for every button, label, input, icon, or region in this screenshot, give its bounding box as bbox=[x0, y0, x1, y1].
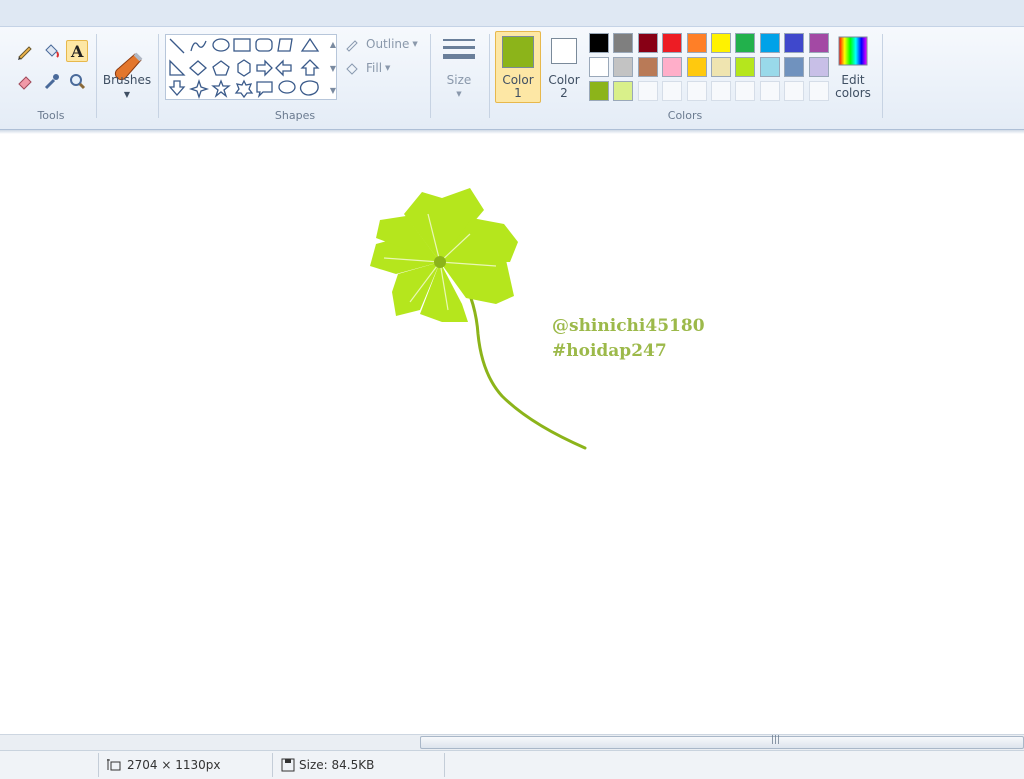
svg-text:A: A bbox=[70, 42, 84, 60]
magnifier-tool[interactable] bbox=[66, 70, 88, 92]
palette-custom-slot[interactable] bbox=[637, 81, 658, 101]
eraser-tool[interactable] bbox=[14, 70, 36, 92]
shapes-scroll-up-icon[interactable]: ▲ bbox=[328, 38, 338, 51]
group-divider bbox=[158, 34, 159, 118]
palette-custom-slot[interactable] bbox=[784, 81, 805, 101]
pencil-icon bbox=[18, 46, 32, 60]
palette-swatch[interactable] bbox=[589, 57, 609, 77]
status-divider bbox=[98, 753, 99, 777]
watermark-hashtag: #hoidap247 bbox=[552, 341, 667, 361]
color2-label: Color 2 bbox=[548, 73, 580, 100]
palette-swatch[interactable] bbox=[759, 57, 780, 77]
size-button[interactable] bbox=[438, 34, 480, 68]
edit-colors-button[interactable] bbox=[832, 33, 874, 69]
paint-bucket-icon bbox=[45, 44, 59, 58]
grip-icon: ||| bbox=[771, 735, 781, 745]
shapes-gallery bbox=[165, 34, 337, 100]
palette-swatch[interactable] bbox=[613, 81, 634, 101]
shapes-group-label: Shapes bbox=[274, 109, 316, 122]
palette-swatch[interactable] bbox=[637, 57, 658, 77]
group-divider bbox=[489, 34, 490, 118]
line-size-icon bbox=[443, 39, 475, 59]
shapes-scroll-down-icon[interactable]: ▼ bbox=[328, 62, 338, 75]
eyedropper-icon bbox=[44, 74, 59, 90]
palette-swatch[interactable] bbox=[808, 57, 829, 77]
outline-pencil-icon bbox=[346, 40, 358, 52]
chevron-down-icon: ▼ bbox=[412, 40, 418, 48]
horizontal-scrollbar[interactable]: ||| bbox=[0, 734, 1024, 750]
palette-swatch[interactable] bbox=[759, 33, 780, 53]
text-a-icon: A bbox=[70, 42, 84, 60]
status-divider bbox=[444, 753, 445, 777]
tools-group-label: Tools bbox=[37, 109, 65, 122]
chevron-down-icon[interactable]: ▼ bbox=[120, 88, 134, 101]
size-label: Size bbox=[446, 73, 472, 87]
palette-custom-slot[interactable] bbox=[662, 81, 683, 101]
magnifier-icon bbox=[70, 74, 86, 90]
palette-swatch[interactable] bbox=[662, 33, 683, 53]
status-bar: 2704 × 1130px Size: 84.5KB bbox=[0, 750, 1024, 779]
colors-group-label: Colors bbox=[667, 109, 703, 122]
watermark-username: @shinichi45180 bbox=[552, 316, 705, 336]
palette-swatch[interactable] bbox=[686, 57, 707, 77]
scrollbar-thumb[interactable]: ||| bbox=[420, 735, 1024, 749]
canvas-size-icon bbox=[107, 759, 121, 771]
clover-drawing bbox=[370, 188, 587, 450]
palette-custom-slot[interactable] bbox=[735, 81, 756, 101]
color-spectrum-icon bbox=[838, 36, 868, 66]
palette-swatch[interactable] bbox=[686, 33, 707, 53]
palette-custom-slot[interactable] bbox=[711, 81, 731, 101]
edit-colors-label: Edit colors bbox=[835, 73, 871, 100]
chevron-down-icon: ▼ bbox=[456, 90, 462, 98]
fill-label: Fill bbox=[366, 61, 383, 75]
palette-swatch[interactable] bbox=[613, 33, 634, 53]
color2-swatch bbox=[551, 38, 577, 64]
color1-label: Color 1 bbox=[502, 73, 534, 100]
shapes-more-icon[interactable]: ▼ bbox=[328, 84, 338, 97]
palette-swatch[interactable] bbox=[784, 57, 805, 77]
palette-swatch[interactable] bbox=[613, 57, 634, 77]
outline-dropdown[interactable]: Outline ▼ bbox=[344, 34, 422, 54]
palette-swatch[interactable] bbox=[637, 33, 658, 53]
palette-swatch[interactable] bbox=[711, 57, 731, 77]
fill-dropdown[interactable]: Fill ▼ bbox=[344, 58, 422, 78]
status-divider bbox=[272, 753, 273, 777]
shapes-icons bbox=[168, 37, 320, 99]
color1-swatch bbox=[502, 36, 534, 68]
eraser-icon bbox=[18, 76, 32, 90]
drawing-canvas[interactable]: @shinichi45180 #hoidap247 bbox=[0, 134, 1024, 734]
palette-custom-slot[interactable] bbox=[686, 81, 707, 101]
palette-swatch[interactable] bbox=[735, 57, 756, 77]
disk-icon bbox=[281, 758, 295, 772]
color-picker-tool[interactable] bbox=[40, 70, 62, 92]
group-divider bbox=[96, 34, 97, 118]
palette-swatch[interactable] bbox=[711, 33, 731, 53]
palette-custom-slot[interactable] bbox=[808, 81, 829, 101]
canvas-dimensions: 2704 × 1130px bbox=[127, 758, 221, 772]
group-divider bbox=[430, 34, 431, 118]
palette-swatch[interactable] bbox=[784, 33, 805, 53]
chevron-down-icon: ▼ bbox=[385, 64, 391, 72]
pencil-tool[interactable] bbox=[14, 40, 36, 62]
file-size: Size: 84.5KB bbox=[299, 758, 375, 772]
outline-label: Outline bbox=[366, 37, 410, 51]
window-top-strip bbox=[0, 0, 1024, 26]
palette-swatch[interactable] bbox=[589, 81, 609, 101]
brushes-label: Brushes bbox=[102, 73, 152, 87]
palette-custom-slot[interactable] bbox=[759, 81, 780, 101]
text-tool[interactable]: A bbox=[66, 40, 88, 62]
fill-tool[interactable] bbox=[40, 40, 62, 62]
palette-swatch[interactable] bbox=[589, 33, 609, 53]
palette-swatch[interactable] bbox=[808, 33, 829, 53]
group-divider bbox=[882, 34, 883, 118]
palette-swatch[interactable] bbox=[735, 33, 756, 53]
palette-swatch[interactable] bbox=[662, 57, 683, 77]
fill-bucket-icon bbox=[346, 63, 358, 75]
